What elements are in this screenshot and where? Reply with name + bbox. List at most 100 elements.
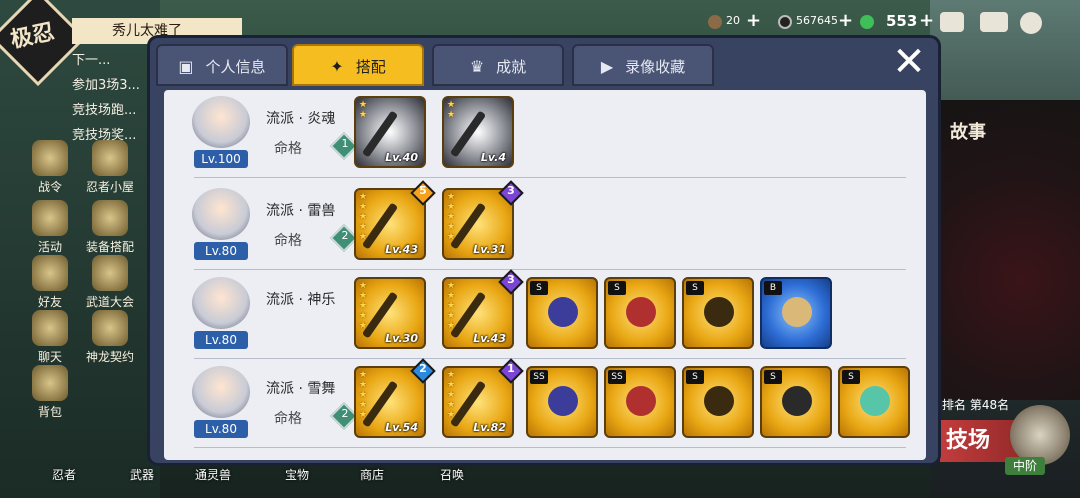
equipment-slot[interactable]: B xyxy=(760,277,832,349)
equipment-slot[interactable]: S xyxy=(526,277,598,349)
equipment-slot[interactable]: S xyxy=(604,277,676,349)
house-icon xyxy=(92,140,128,176)
grade-badge: S xyxy=(686,281,704,295)
menu-dragon-contract[interactable]: 神龙契约 xyxy=(82,310,138,365)
equipment-slot[interactable]: S xyxy=(838,366,910,438)
tab-profile[interactable]: ▣ 个人信息 xyxy=(156,44,288,86)
refine-rank-value: 3 xyxy=(507,273,515,286)
star-rating: ★ ★ ★ ★ ★ xyxy=(447,370,456,420)
stamina-value: 553 xyxy=(886,12,918,30)
ninja-level: Lv.100 xyxy=(194,150,248,168)
item-level: Lv.43 xyxy=(385,243,418,256)
coin-icon xyxy=(708,15,722,29)
tab-loadout[interactable]: ✦ 搭配 xyxy=(292,44,424,86)
grade-badge: SS xyxy=(608,370,626,384)
accessory-icon xyxy=(782,386,812,416)
equipment-slot[interactable]: S xyxy=(682,277,754,349)
fate-label: 命格 xyxy=(274,141,302,157)
star-rating: ★ ★ ★ ★ ★ xyxy=(447,192,456,242)
star-rating: ★ ★ ★ ★ ★ xyxy=(359,370,368,420)
add-coins-button[interactable]: + xyxy=(746,10,761,31)
equipment-slot[interactable]: ★ ★ Lv.4 xyxy=(442,96,514,168)
add-tokens-button[interactable]: + xyxy=(838,10,853,31)
grade-badge: B xyxy=(764,281,782,295)
bottom-ninja[interactable]: 忍者 xyxy=(52,466,76,483)
bottom-shop[interactable]: 商店 xyxy=(360,466,384,483)
equipment-slot[interactable]: S xyxy=(682,366,754,438)
tab-replay-favorites[interactable]: ▶ 录像收藏 xyxy=(572,44,714,86)
play-icon: ▶ xyxy=(600,57,614,76)
add-stamina-button[interactable]: + xyxy=(919,10,934,31)
grade-badge: S xyxy=(530,281,548,295)
equipment-slot[interactable]: S xyxy=(760,366,832,438)
story-label: 故事 xyxy=(950,122,986,143)
battle-pass-icon xyxy=(32,140,68,176)
item-level: Lv.40 xyxy=(385,151,418,164)
item-level: Lv.31 xyxy=(473,243,506,256)
arena-badge-icon[interactable] xyxy=(1010,405,1070,465)
menu-ninja-house[interactable]: 忍者小屋 xyxy=(82,140,138,195)
equipment-slot[interactable]: SS xyxy=(526,366,598,438)
menu-battle-pass[interactable]: 战令 xyxy=(22,140,78,195)
ninja-faction: 流派 · 神乐 xyxy=(266,292,336,308)
ninja-avatar[interactable] xyxy=(192,277,250,329)
bottom-treasure[interactable]: 宝物 xyxy=(285,466,309,483)
task-item[interactable]: 参加3场3... xyxy=(72,73,140,98)
menu-chat[interactable]: 聊天 xyxy=(22,310,78,365)
grade-badge: S xyxy=(608,281,626,295)
grade-badge: S xyxy=(842,370,860,384)
grade-badge: SS xyxy=(530,370,548,384)
fate-value: 2 xyxy=(341,407,349,420)
ninja-avatar[interactable] xyxy=(192,366,250,418)
fate-value: 2 xyxy=(341,229,349,242)
accessory-icon xyxy=(548,386,578,416)
close-button[interactable]: ✕ xyxy=(888,42,930,84)
grade-badge: S xyxy=(686,370,704,384)
ninja-avatar[interactable] xyxy=(192,96,250,148)
loadout-row: Lv.100 流派 · 炎魂 命格 1 ★ ★ Lv.40 ★ ★ Lv.4 xyxy=(164,90,926,178)
menu-friends[interactable]: 好友 xyxy=(22,255,78,310)
equipment-slot[interactable]: ★ ★ ★ ★ ★ Lv.30 xyxy=(354,277,426,349)
menu-tournament[interactable]: 武道大会 xyxy=(82,255,138,310)
equipment-slot[interactable]: ★ ★ Lv.40 xyxy=(354,96,426,168)
star-rating: ★ ★ xyxy=(359,100,368,120)
star-rating: ★ ★ ★ ★ ★ xyxy=(359,281,368,331)
coins-value: 20 xyxy=(726,14,740,27)
task-item[interactable]: 下一... xyxy=(72,48,140,73)
star-rating: ★ ★ ★ ★ ★ xyxy=(359,192,368,242)
menu-bag[interactable]: 背包 xyxy=(22,365,78,420)
bottom-weapon[interactable]: 武器 xyxy=(130,466,154,483)
row-divider xyxy=(194,177,906,178)
settings-gear-icon[interactable] xyxy=(1020,12,1042,34)
accessory-icon xyxy=(704,297,734,327)
ninja-faction: 流派 · 雷兽 xyxy=(266,203,336,219)
mail-icon[interactable] xyxy=(940,12,964,32)
announcement-icon[interactable] xyxy=(980,12,1008,32)
trophy-icon: ♛ xyxy=(469,57,485,76)
refine-rank-value: 5 xyxy=(419,184,427,197)
accessory-icon xyxy=(548,297,578,327)
bottom-summon[interactable]: 召唤 xyxy=(440,466,464,483)
refine-rank-value: 3 xyxy=(507,184,515,197)
ninja-avatar[interactable] xyxy=(192,188,250,240)
accessory-icon xyxy=(860,386,890,416)
bag-icon xyxy=(32,365,68,401)
ninja-faction: 流派 · 炎魂 xyxy=(266,111,336,127)
accessory-icon xyxy=(704,386,734,416)
bottom-summon-beast[interactable]: 通灵兽 xyxy=(195,466,231,483)
accessory-icon xyxy=(782,297,812,327)
tab-achievements[interactable]: ♛ 成就 xyxy=(432,44,564,86)
chat-icon xyxy=(32,310,68,346)
arena-entry[interactable]: 技场 xyxy=(940,420,1020,462)
scroll-icon xyxy=(92,310,128,346)
loadout-list[interactable]: Lv.100 流派 · 炎魂 命格 1 ★ ★ Lv.40 ★ ★ Lv.4 Lv.80 流派 ·… xyxy=(164,90,926,460)
story-panel[interactable] xyxy=(935,100,1080,400)
crossed-swords-icon xyxy=(92,255,128,291)
menu-events[interactable]: 活动 xyxy=(22,200,78,255)
menu-loadout[interactable]: 装备搭配 xyxy=(82,200,138,255)
ninja-level: Lv.80 xyxy=(194,331,248,349)
equipment-slot[interactable]: SS xyxy=(604,366,676,438)
grade-badge: S xyxy=(764,370,782,384)
task-item[interactable]: 竞技场跑... xyxy=(72,98,140,123)
item-level: Lv.43 xyxy=(473,332,506,345)
